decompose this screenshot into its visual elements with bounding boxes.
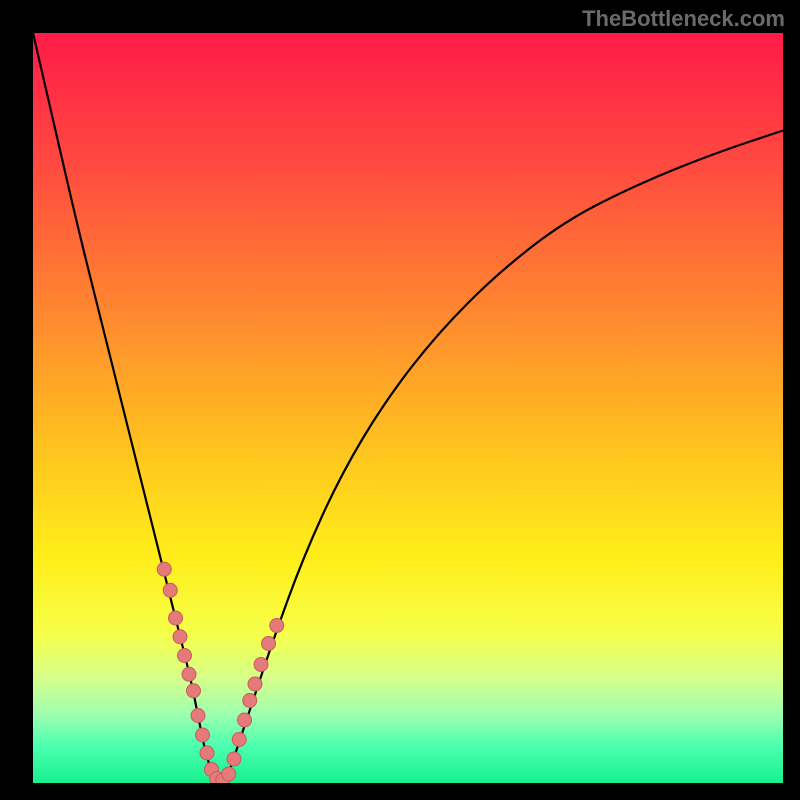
bottleneck-curve [33, 33, 783, 781]
marker-dot [243, 694, 257, 708]
marker-dot [182, 667, 196, 681]
marker-dot [222, 767, 236, 781]
marker-dot [227, 752, 241, 766]
marker-dot [270, 619, 284, 633]
marker-dot [169, 611, 183, 625]
watermark-text: TheBottleneck.com [582, 6, 785, 32]
marker-dot [187, 684, 201, 698]
marker-dot [238, 713, 252, 727]
curve-layer [33, 33, 783, 783]
chart-stage: TheBottleneck.com [0, 0, 800, 800]
marker-dot [191, 709, 205, 723]
marker-dot [200, 746, 214, 760]
marker-dot [157, 562, 171, 576]
marker-dot [196, 728, 210, 742]
marker-group [157, 562, 284, 783]
plot-area [33, 33, 783, 783]
marker-dot [173, 630, 187, 644]
marker-dot [262, 637, 276, 651]
marker-dot [254, 658, 268, 672]
marker-dot [163, 583, 177, 597]
marker-dot [248, 677, 262, 691]
marker-dot [178, 649, 192, 663]
marker-dot [232, 733, 246, 747]
